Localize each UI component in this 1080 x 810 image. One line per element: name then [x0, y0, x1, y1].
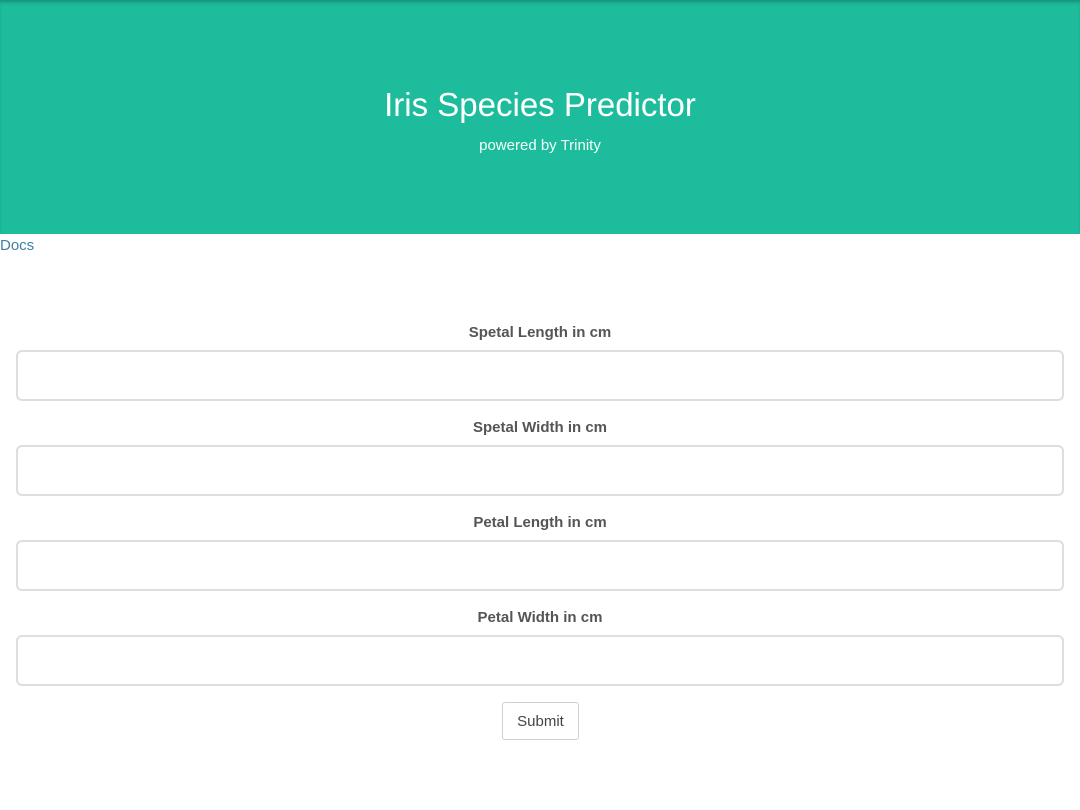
- sepal-width-input[interactable]: [16, 445, 1064, 496]
- page-title: Iris Species Predictor: [384, 86, 696, 123]
- sepal-width-label: Spetal Width in cm: [472, 419, 608, 436]
- submit-button[interactable]: Submit: [502, 702, 579, 740]
- sepal-length-label: Spetal Length in cm: [468, 324, 612, 341]
- petal-width-label: Petal Width in cm: [477, 609, 603, 626]
- petal-length-label: Petal Length in cm: [473, 514, 607, 531]
- sepal-length-input[interactable]: [16, 350, 1064, 401]
- petal-length-input[interactable]: [16, 540, 1064, 591]
- header-banner: Iris Species Predictor powered by Trinit…: [0, 0, 1080, 234]
- petal-width-input[interactable]: [16, 635, 1064, 686]
- docs-link[interactable]: Docs: [0, 236, 34, 256]
- page-subtitle: powered by Trinity: [479, 137, 601, 154]
